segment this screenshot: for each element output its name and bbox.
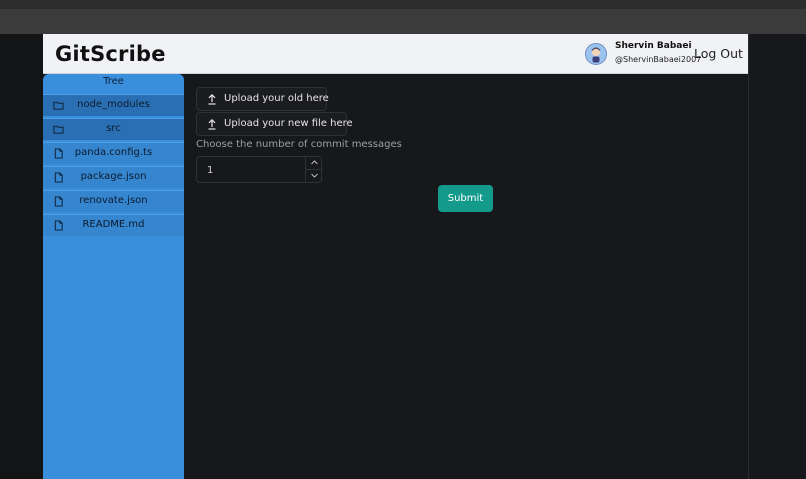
page-right-gutter <box>748 34 806 479</box>
upload-old-button[interactable]: Upload your old here <box>196 87 329 111</box>
commit-count-input[interactable]: 1 <box>196 156 323 183</box>
tree-item-label: node_modules <box>77 99 150 110</box>
tree-item-src[interactable]: src <box>43 118 184 140</box>
upload-icon <box>208 118 216 130</box>
commit-count-label: Choose the number of commit messages <box>196 139 402 150</box>
tree-item-node-modules[interactable]: node_modules <box>43 94 184 116</box>
chevron-down-icon <box>311 173 318 178</box>
decrement-button[interactable] <box>306 170 323 182</box>
tree-item-package-json[interactable]: package.json <box>43 166 184 188</box>
browser-toolbar <box>0 9 806 34</box>
app-header: GitScribe Shervin Babaei @ShervinBabaei2… <box>43 34 748 74</box>
upload-old-label: Upload your old here <box>224 93 329 104</box>
tree-title: Tree <box>103 76 124 87</box>
tree-item-label: README.md <box>82 219 145 230</box>
quantity-stepper <box>305 157 323 182</box>
user-avatar-icon <box>586 44 606 64</box>
tree-item-panda-config[interactable]: panda.config.ts <box>43 142 184 164</box>
increment-button[interactable] <box>306 157 323 170</box>
tree-item-readme[interactable]: README.md <box>43 214 184 236</box>
tree-item-renovate-json[interactable]: renovate.json <box>43 190 184 212</box>
tree-item-label: renovate.json <box>79 195 148 206</box>
file-tree-sidebar: Tree node_modules src panda.config.ts pa… <box>43 74 184 479</box>
chevron-up-icon <box>311 160 318 165</box>
logout-button[interactable]: Log Out <box>694 46 743 61</box>
app-window: GitScribe Shervin Babaei @ShervinBabaei2… <box>43 34 748 479</box>
tree-item-label: package.json <box>80 171 147 182</box>
user-handle: @ShervinBabaei2007 <box>615 55 702 64</box>
commit-count-value[interactable]: 1 <box>207 165 213 176</box>
avatar[interactable] <box>585 43 607 65</box>
tree-item-label: panda.config.ts <box>74 147 153 158</box>
app-brand[interactable]: GitScribe <box>55 42 166 66</box>
browser-tab-strip <box>0 0 806 9</box>
upload-new-button[interactable]: Upload your new file here <box>196 112 353 136</box>
upload-icon <box>208 93 216 105</box>
user-name: Shervin Babaei <box>615 41 692 51</box>
page-left-gutter <box>0 34 43 479</box>
upload-new-label: Upload your new file here <box>224 118 353 129</box>
tree-item-label: src <box>106 123 121 134</box>
submit-button[interactable]: Submit <box>438 185 493 212</box>
